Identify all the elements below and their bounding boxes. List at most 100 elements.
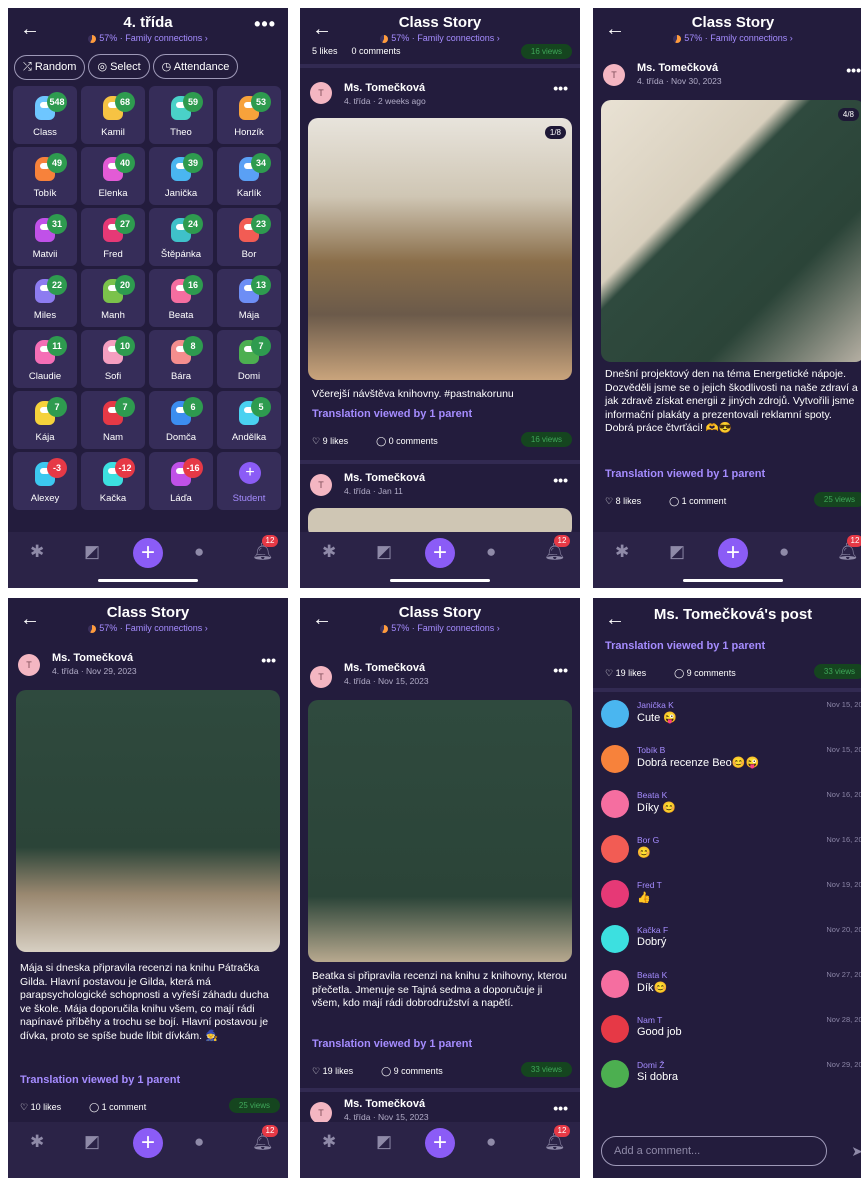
back-arrow-icon[interactable]: ← bbox=[605, 608, 625, 631]
student-tile[interactable]: -16 Láďa bbox=[149, 452, 213, 510]
student-tile[interactable]: 11 Claudie bbox=[13, 330, 77, 388]
like-button[interactable]: ♡ 10 likes bbox=[20, 1102, 75, 1112]
comment-button[interactable]: ◯ 1 comment bbox=[89, 1102, 160, 1112]
student-tile[interactable]: 40 Elenka bbox=[81, 147, 145, 205]
student-tile[interactable]: 8 Bára bbox=[149, 330, 213, 388]
student-tile[interactable]: 27 Fred bbox=[81, 208, 145, 266]
add-button[interactable]: + bbox=[133, 538, 163, 568]
student-tile[interactable]: 49 Tobík bbox=[13, 147, 77, 205]
student-tile[interactable]: 24 Štěpánka bbox=[149, 208, 213, 266]
send-icon[interactable]: ➤ bbox=[851, 1143, 861, 1160]
family-connections-link[interactable]: 57% · Family connections › bbox=[8, 33, 288, 43]
commenter-avatar[interactable] bbox=[601, 745, 629, 773]
comment-button[interactable]: ◯ 0 comments bbox=[376, 436, 452, 446]
student-tile[interactable]: 13 Mája bbox=[217, 269, 281, 327]
back-arrow-icon[interactable]: ← bbox=[312, 608, 332, 631]
like-button[interactable]: ♡ 19 likes bbox=[312, 1066, 367, 1076]
commenter-avatar[interactable] bbox=[601, 835, 629, 863]
comment-button[interactable]: ◯ 1 comment bbox=[669, 496, 740, 506]
student-tile[interactable]: 6 Domča bbox=[149, 391, 213, 449]
like-button[interactable]: ♡ 9 likes bbox=[312, 436, 362, 446]
author-name[interactable]: Ms. Tomečková bbox=[344, 662, 425, 674]
student-tile[interactable]: 16 Beata bbox=[149, 269, 213, 327]
post-options-icon[interactable]: ••• bbox=[261, 652, 276, 668]
author-name[interactable]: Ms. Tomečková bbox=[344, 1098, 425, 1110]
teacher-avatar[interactable]: T bbox=[18, 654, 40, 676]
add-button[interactable]: + bbox=[718, 538, 748, 568]
student-tile[interactable]: 548 Class bbox=[13, 86, 77, 144]
post-photo[interactable] bbox=[16, 690, 280, 952]
post-photo[interactable]: 1/8 bbox=[308, 118, 572, 380]
commenter-avatar[interactable] bbox=[601, 700, 629, 728]
commenter-avatar[interactable] bbox=[601, 1015, 629, 1043]
teacher-avatar[interactable]: T bbox=[310, 1102, 332, 1124]
post-options-icon[interactable]: ••• bbox=[553, 662, 568, 678]
portfolio-nav-icon[interactable]: ◩ bbox=[84, 542, 100, 562]
student-tile[interactable]: 23 Bor bbox=[217, 208, 281, 266]
family-connections-link[interactable]: 57% · Family connections › bbox=[300, 623, 580, 633]
translation-status[interactable]: Translation viewed by 1 parent bbox=[312, 1038, 472, 1050]
back-arrow-icon[interactable]: ← bbox=[20, 18, 40, 41]
more-options-icon[interactable]: ••• bbox=[254, 14, 276, 35]
back-arrow-icon[interactable]: ← bbox=[20, 608, 40, 631]
translation-status[interactable]: Translation viewed by 1 parent bbox=[605, 468, 765, 480]
portfolio-nav-icon[interactable]: ◩ bbox=[376, 542, 392, 562]
select-button[interactable]: ◎ Select bbox=[88, 54, 150, 79]
student-tile[interactable]: 31 Matvii bbox=[13, 208, 77, 266]
student-tile[interactable]: 7 Domi bbox=[217, 330, 281, 388]
family-connections-link[interactable]: 57% · Family connections › bbox=[593, 33, 861, 43]
teacher-avatar[interactable]: T bbox=[310, 82, 332, 104]
comment-count[interactable]: 0 comments bbox=[352, 46, 401, 56]
messages-nav-icon[interactable]: ● bbox=[486, 542, 496, 562]
add-student-button[interactable]: + Student bbox=[217, 452, 281, 510]
commenter-avatar[interactable] bbox=[601, 925, 629, 953]
post-options-icon[interactable]: ••• bbox=[553, 80, 568, 96]
portfolio-nav-icon[interactable]: ◩ bbox=[84, 1132, 100, 1152]
author-name[interactable]: Ms. Tomečková bbox=[344, 472, 425, 484]
portfolio-nav-icon[interactable]: ◩ bbox=[669, 542, 685, 562]
teacher-avatar[interactable]: T bbox=[603, 64, 625, 86]
author-name[interactable]: Ms. Tomečková bbox=[637, 62, 718, 74]
back-arrow-icon[interactable]: ← bbox=[312, 18, 332, 41]
commenter-avatar[interactable] bbox=[601, 1060, 629, 1088]
back-arrow-icon[interactable]: ← bbox=[605, 18, 625, 41]
student-tile[interactable]: 59 Theo bbox=[149, 86, 213, 144]
family-connections-link[interactable]: 57% · Family connections › bbox=[300, 33, 580, 43]
add-button[interactable]: + bbox=[425, 1128, 455, 1158]
add-button[interactable]: + bbox=[425, 538, 455, 568]
commenter-avatar[interactable] bbox=[601, 970, 629, 998]
commenter-avatar[interactable] bbox=[601, 880, 629, 908]
commenter-avatar[interactable] bbox=[601, 790, 629, 818]
author-name[interactable]: Ms. Tomečková bbox=[344, 82, 425, 94]
teacher-avatar[interactable]: T bbox=[310, 474, 332, 496]
like-button[interactable]: ♡ 19 likes bbox=[605, 668, 660, 678]
monster-nav-icon[interactable]: ✱ bbox=[30, 542, 44, 562]
teacher-avatar[interactable]: T bbox=[310, 666, 332, 688]
student-tile[interactable]: 20 Manh bbox=[81, 269, 145, 327]
student-tile[interactable]: 68 Kamil bbox=[81, 86, 145, 144]
student-tile[interactable]: 22 Miles bbox=[13, 269, 77, 327]
monster-nav-icon[interactable]: ✱ bbox=[322, 1132, 336, 1152]
student-tile[interactable]: 10 Sofi bbox=[81, 330, 145, 388]
student-tile[interactable]: 39 Janička bbox=[149, 147, 213, 205]
student-tile[interactable]: -3 Alexey bbox=[13, 452, 77, 510]
student-tile[interactable]: 34 Karlík bbox=[217, 147, 281, 205]
monster-nav-icon[interactable]: ✱ bbox=[322, 542, 336, 562]
post-options-icon[interactable]: ••• bbox=[846, 62, 861, 78]
student-tile[interactable]: 53 Honzík bbox=[217, 86, 281, 144]
student-tile[interactable]: 7 Kája bbox=[13, 391, 77, 449]
add-button[interactable]: + bbox=[133, 1128, 163, 1158]
student-tile[interactable]: -12 Kačka bbox=[81, 452, 145, 510]
like-button[interactable]: ♡ 8 likes bbox=[605, 496, 655, 506]
random-button[interactable]: ⤮ Random bbox=[14, 55, 86, 80]
messages-nav-icon[interactable]: ● bbox=[779, 542, 789, 562]
attendance-button[interactable]: ◷ Attendance bbox=[152, 54, 239, 79]
add-comment-input[interactable]: Add a comment... bbox=[601, 1136, 827, 1166]
post-photo[interactable] bbox=[308, 700, 572, 962]
student-tile[interactable]: 7 Nam bbox=[81, 391, 145, 449]
family-connections-link[interactable]: 57% · Family connections › bbox=[8, 623, 288, 633]
messages-nav-icon[interactable]: ● bbox=[194, 1132, 204, 1152]
comment-button[interactable]: ◯ 9 comments bbox=[381, 1066, 457, 1076]
post-photo[interactable]: 4/8 bbox=[601, 100, 861, 362]
post-options-icon[interactable]: ••• bbox=[553, 1100, 568, 1116]
